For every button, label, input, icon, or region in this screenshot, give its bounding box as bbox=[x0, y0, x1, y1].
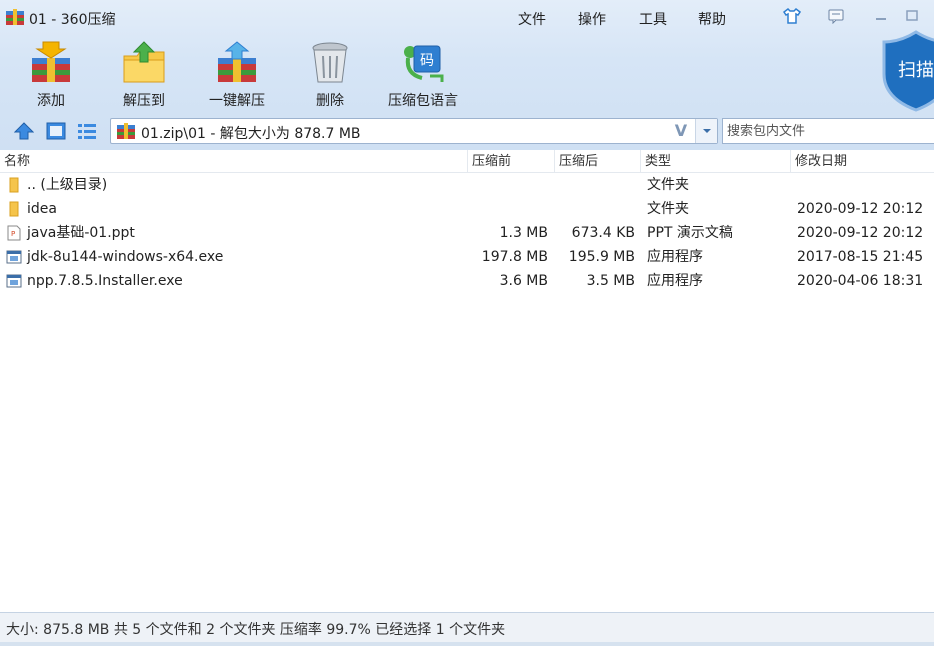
compressed-size: 195.9 MB bbox=[568, 249, 635, 265]
chevron-down-icon bbox=[702, 129, 711, 133]
minimize-icon bbox=[876, 18, 886, 20]
file-type: 文件夹 bbox=[647, 201, 689, 217]
packed-size bbox=[470, 173, 548, 197]
arrow-up-icon bbox=[14, 122, 34, 140]
archive-language-label: 压缩包语言 bbox=[388, 93, 458, 109]
compressed-size bbox=[557, 173, 635, 197]
thumbnail-view-button[interactable] bbox=[44, 120, 68, 142]
add-archive-icon bbox=[32, 41, 70, 82]
delete-button[interactable]: 删除 bbox=[285, 38, 375, 110]
column-type-header[interactable]: 类型 bbox=[641, 150, 791, 173]
modified-date: 2020-04-06 18:31 bbox=[797, 273, 924, 289]
one-click-extract-icon bbox=[218, 41, 256, 82]
modified-date: 2020-09-12 20:12 bbox=[797, 225, 924, 241]
menu-file[interactable]: 文件 bbox=[518, 9, 546, 29]
compressed-size bbox=[557, 197, 635, 221]
shirt-icon bbox=[783, 8, 801, 24]
file-type: PPT 演示文稿 bbox=[647, 225, 733, 241]
trash-bin-icon bbox=[312, 42, 348, 83]
address-bar[interactable]: 01.zip\01 - 解包大小为 878.7 MB V bbox=[110, 118, 718, 144]
menu-help[interactable]: 帮助 bbox=[698, 9, 726, 29]
large-icon-view-icon bbox=[46, 122, 66, 140]
column-compressed-header[interactable]: 压缩后 bbox=[555, 150, 641, 173]
folder-icon bbox=[9, 201, 19, 217]
app-icon bbox=[6, 9, 24, 25]
window-bottom-edge bbox=[0, 642, 934, 646]
one-click-extract-label: 一键解压 bbox=[209, 93, 265, 109]
scan-shield-button[interactable]: 扫描 bbox=[880, 30, 934, 112]
archive-language-button[interactable]: 码 压缩包语言 bbox=[378, 38, 468, 110]
menu-tools[interactable]: 工具 bbox=[639, 9, 667, 29]
folder-icon bbox=[9, 177, 19, 193]
add-label: 添加 bbox=[37, 93, 65, 109]
scan-label: 扫描 bbox=[898, 60, 934, 81]
window-title: 01 - 360压缩 bbox=[29, 12, 116, 28]
table-row[interactable]: .. (上级目录) 文件夹 bbox=[0, 173, 934, 197]
table-row[interactable]: P java基础-01.ppt 1.3 MB 673.4 KB PPT 演示文稿… bbox=[0, 221, 934, 245]
column-name-header[interactable]: 名称 bbox=[0, 150, 468, 173]
svg-text:码: 码 bbox=[420, 53, 434, 69]
chat-bubble-icon bbox=[828, 9, 844, 24]
exe-file-icon bbox=[6, 274, 22, 288]
modified-date: 2017-08-15 21:45 bbox=[797, 249, 924, 265]
up-button[interactable] bbox=[12, 120, 36, 142]
file-name: jdk-8u144-windows-x64.exe bbox=[27, 249, 224, 265]
file-name: java基础-01.ppt bbox=[27, 225, 135, 241]
file-type: 应用程序 bbox=[647, 273, 703, 289]
ppt-file-icon: P bbox=[7, 225, 21, 241]
table-row[interactable]: jdk-8u144-windows-x64.exe 197.8 MB 195.9… bbox=[0, 245, 934, 269]
extract-to-label: 解压到 bbox=[123, 93, 165, 109]
search-box[interactable] bbox=[722, 118, 934, 144]
packed-size bbox=[470, 197, 548, 221]
file-type: 文件夹 bbox=[647, 177, 689, 193]
address-dropdown-button[interactable] bbox=[695, 119, 717, 143]
file-name: .. (上级目录) bbox=[27, 177, 108, 193]
column-packed-header[interactable]: 压缩前 bbox=[468, 150, 555, 173]
packed-size: 197.8 MB bbox=[481, 249, 548, 265]
file-name: npp.7.8.5.Installer.exe bbox=[27, 273, 183, 289]
feedback-button[interactable] bbox=[825, 7, 847, 25]
column-modified-header[interactable]: 修改日期 bbox=[791, 150, 934, 173]
file-name: idea bbox=[27, 201, 57, 217]
zip-archive-icon bbox=[117, 123, 135, 139]
skin-button[interactable] bbox=[781, 7, 803, 25]
details-view-icon bbox=[78, 124, 96, 139]
address-path: 01.zip\01 - 解包大小为 878.7 MB bbox=[141, 126, 361, 142]
svg-text:P: P bbox=[11, 230, 15, 238]
search-input[interactable] bbox=[723, 119, 934, 143]
compressed-size: 673.4 KB bbox=[571, 225, 635, 241]
title-bar: 01 - 360压缩 文件 操作 工具 帮助 bbox=[0, 0, 934, 34]
menu-operations[interactable]: 操作 bbox=[578, 9, 606, 29]
address-v-button[interactable]: V bbox=[671, 121, 691, 141]
table-row[interactable]: idea 文件夹 2020-09-12 20:12 bbox=[0, 197, 934, 221]
modified-date: 2020-09-12 20:12 bbox=[797, 201, 924, 217]
exe-file-icon bbox=[6, 250, 22, 264]
maximize-icon bbox=[906, 10, 918, 21]
add-button[interactable]: 添加 bbox=[6, 38, 96, 110]
status-text: 大小: 875.8 MB 共 5 个文件和 2 个文件夹 压缩率 99.7% 已… bbox=[6, 622, 506, 638]
status-bar: 大小: 875.8 MB 共 5 个文件和 2 个文件夹 压缩率 99.7% 已… bbox=[0, 612, 934, 642]
file-list-header: 名称 压缩前 压缩后 类型 修改日期 bbox=[0, 150, 934, 173]
packed-size: 1.3 MB bbox=[499, 225, 548, 241]
one-click-extract-button[interactable]: 一键解压 bbox=[192, 38, 282, 110]
file-list: .. (上级目录) 文件夹 idea 文件夹 2020-09-12 20:12 … bbox=[0, 173, 934, 293]
window-chrome: 01 - 360压缩 文件 操作 工具 帮助 添加 解压到 一键解压 删除 码 … bbox=[0, 0, 934, 150]
delete-label: 删除 bbox=[316, 93, 344, 109]
list-view-button[interactable] bbox=[75, 120, 99, 142]
encoding-icon: 码 bbox=[404, 45, 444, 82]
compressed-size: 3.5 MB bbox=[586, 273, 635, 289]
extract-folder-icon bbox=[123, 41, 165, 83]
extract-to-button[interactable]: 解压到 bbox=[99, 38, 189, 110]
file-type: 应用程序 bbox=[647, 249, 703, 265]
table-row[interactable]: npp.7.8.5.Installer.exe 3.6 MB 3.5 MB 应用… bbox=[0, 269, 934, 293]
maximize-button[interactable] bbox=[901, 7, 923, 25]
packed-size: 3.6 MB bbox=[499, 273, 548, 289]
minimize-button[interactable] bbox=[870, 7, 892, 25]
